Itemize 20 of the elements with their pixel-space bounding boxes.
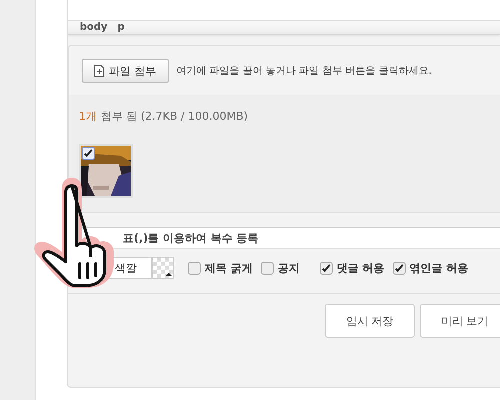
drop-hint: 여기에 파일을 끌어 놓거나 파일 첨부 버튼을 클릭하세요. — [176, 65, 432, 78]
attach-summary: 첨부 됨 (2.7KB / 100.00MB) — [101, 109, 248, 124]
file-count: 1개 — [79, 109, 97, 124]
element-path-item[interactable]: body — [80, 21, 108, 34]
checkbox[interactable] — [188, 262, 201, 274]
option-label: 공지 — [278, 260, 300, 276]
element-path-item[interactable]: p — [118, 21, 125, 34]
action-button[interactable]: 임시 저장 — [325, 304, 415, 338]
checkbox[interactable] — [392, 262, 406, 274]
option-label: 댓글 허용 — [336, 260, 385, 276]
color-picker-button[interactable] — [152, 257, 174, 279]
checkbox[interactable] — [82, 147, 95, 160]
option-label: 제목 굵게 — [205, 260, 253, 276]
file-add-icon — [94, 65, 105, 77]
option-label: 엮인글 허용 — [410, 260, 469, 276]
attach-file-button[interactable]: 파일 첨부 — [82, 59, 168, 83]
checkbox[interactable] — [320, 262, 333, 274]
checkbox[interactable] — [260, 262, 274, 274]
thumbnail[interactable] — [79, 144, 133, 198]
action-button[interactable]: 미리 보기 — [420, 304, 500, 338]
